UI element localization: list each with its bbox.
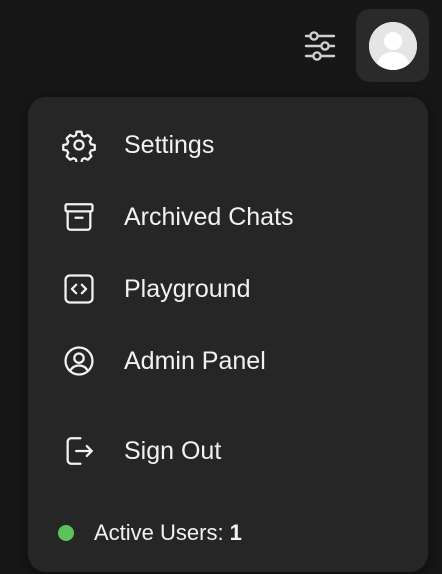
status-dot bbox=[58, 525, 74, 541]
menu-item-playground[interactable]: Playground bbox=[42, 260, 414, 318]
avatar bbox=[368, 21, 417, 70]
menu-item-settings[interactable]: Settings bbox=[42, 116, 414, 174]
menu-item-label: Archived Chats bbox=[124, 202, 294, 231]
controls-button[interactable] bbox=[296, 22, 344, 70]
sliders-icon bbox=[304, 31, 336, 61]
active-users-status: Active Users: 1 bbox=[58, 515, 242, 551]
menu-item-label: Admin Panel bbox=[124, 346, 266, 375]
menu-item-label: Sign Out bbox=[124, 436, 222, 465]
menu-divider bbox=[52, 406, 404, 407]
user-avatar-icon bbox=[368, 21, 417, 70]
status-label: Active Users: bbox=[94, 520, 224, 545]
menu-item-label: Settings bbox=[124, 130, 215, 159]
user-circle-icon bbox=[60, 342, 98, 380]
menu-item-admin-panel[interactable]: Admin Panel bbox=[42, 332, 414, 390]
top-bar bbox=[0, 0, 442, 90]
user-dropdown-menu: Settings Archived Chats Playground Admin… bbox=[28, 97, 428, 572]
active-users-count: 1 bbox=[229, 520, 242, 545]
menu-item-sign-out[interactable]: Sign Out bbox=[42, 422, 414, 480]
archive-box-icon bbox=[60, 198, 98, 236]
user-menu-button[interactable] bbox=[356, 9, 429, 82]
menu-item-label: Playground bbox=[124, 274, 251, 303]
gear-icon bbox=[60, 126, 98, 164]
code-brackets-icon bbox=[60, 270, 98, 308]
menu-item-archived-chats[interactable]: Archived Chats bbox=[42, 188, 414, 246]
sign-out-icon bbox=[60, 432, 98, 470]
